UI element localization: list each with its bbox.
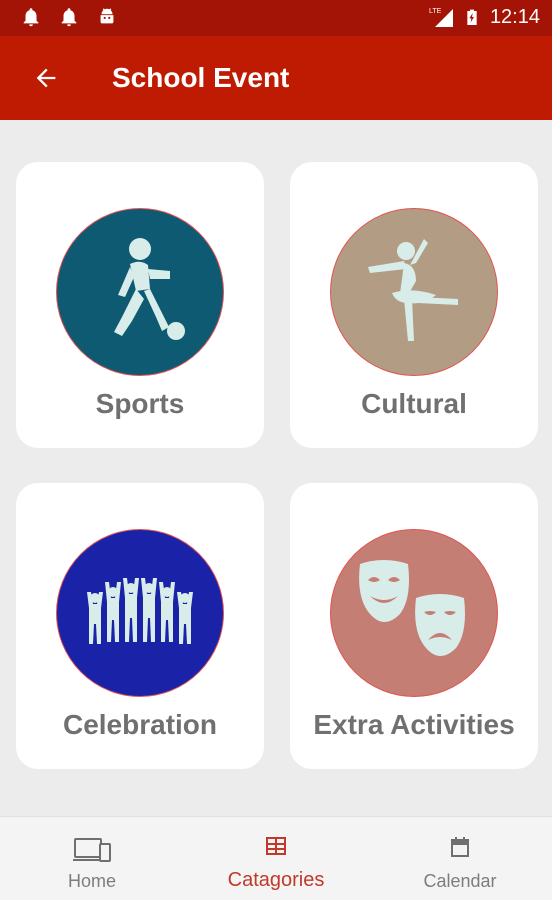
category-label: Extra Activities [313,709,515,740]
notification-bell-icon [23,8,39,27]
grid-icon [266,837,286,855]
category-label: Sports [95,388,185,419]
app-bar: School Event [0,36,552,120]
signal-icon: LTE [429,8,453,27]
category-label: Cultural [361,388,467,419]
devices-icon [73,838,111,862]
ballet-dancer-icon [368,239,458,341]
status-bar: LTE 12:14 [0,0,552,36]
network-label: LTE [429,8,442,15]
category-label: Celebration [62,709,218,740]
nav-label: Home [67,871,116,891]
nav-calendar[interactable]: Calendar [368,817,552,900]
nav-label: Catagories [227,869,325,891]
cheering-crowd-icon [87,578,193,644]
category-icon-circle [330,208,498,376]
arrow-left-icon [36,68,56,88]
android-icon [100,8,114,24]
category-card-extra-activities[interactable]: Extra Activities [290,483,538,769]
category-icon-circle [56,529,224,697]
category-icon-circle [330,529,498,697]
back-button[interactable] [24,56,68,100]
battery-charging-icon [467,9,477,25]
status-right-icons: LTE 12:14 [428,5,540,29]
category-card-cultural[interactable]: Cultural [290,162,538,448]
page-title: School Event [112,62,290,93]
theater-masks-icon [359,560,465,656]
nav-categories[interactable]: Catagories [184,817,368,900]
bottom-navigation: Home Catagories Calendar [0,816,552,900]
status-time: 12:14 [489,5,540,28]
status-left-icons [20,6,118,28]
notification-bell-icon [61,8,77,27]
category-card-sports[interactable]: Sports [16,162,264,448]
category-card-celebration[interactable]: Celebration [16,483,264,769]
calendar-icon [451,837,469,857]
nav-home[interactable]: Home [0,817,184,900]
soccer-player-icon [114,238,185,340]
category-grid: Sports Cultural Celebration Extra Activi… [0,120,552,816]
nav-label: Calendar [423,871,497,891]
category-icon-circle [56,208,224,376]
